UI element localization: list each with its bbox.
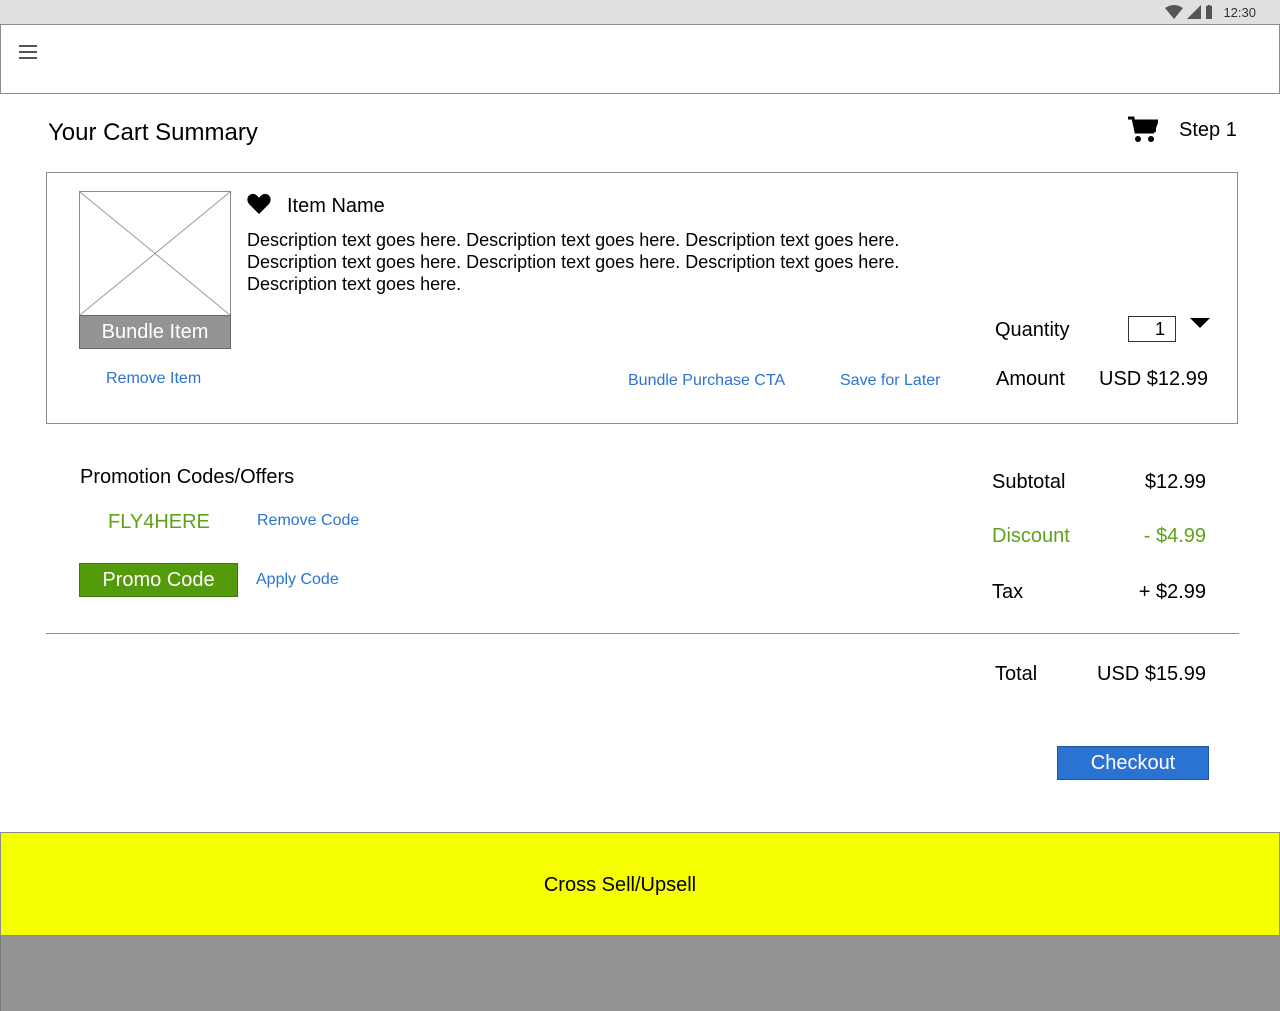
cross-sell-label: Cross Sell/Upsell — [543, 874, 697, 896]
menu-icon[interactable] — [19, 45, 37, 59]
chevron-down-icon[interactable] — [1190, 318, 1210, 328]
promo-section-title: Promotion Codes/Offers — [80, 466, 295, 488]
tax-label: Tax — [992, 581, 1024, 603]
divider — [46, 633, 1239, 634]
remove-item-link[interactable]: Remove Item — [106, 370, 201, 388]
wifi-icon — [1165, 5, 1184, 19]
battery-icon — [1206, 5, 1213, 19]
amount-label: Amount — [996, 368, 1065, 390]
cell-signal-icon — [1187, 5, 1202, 19]
status-icons: 12:30 — [1165, 4, 1256, 20]
bundle-item-badge: Bundle Item — [79, 315, 231, 349]
quantity-label: Quantity — [995, 319, 1070, 341]
quantity-input[interactable]: 1 — [1128, 316, 1176, 342]
total-label: Total — [995, 663, 1038, 685]
apply-code-link[interactable]: Apply Code — [256, 571, 339, 589]
amount-value: USD $12.99 — [1099, 368, 1208, 390]
app-bar — [0, 24, 1280, 94]
remove-code-link[interactable]: Remove Code — [257, 512, 359, 530]
page-title: Your Cart Summary — [48, 119, 258, 146]
status-time: 12:30 — [1223, 4, 1256, 20]
step-label: Step 1 — [1179, 119, 1237, 141]
checkout-button[interactable]: Checkout — [1057, 746, 1209, 780]
subtotal-value: $12.99 — [1144, 471, 1206, 493]
cart-icon[interactable] — [1128, 116, 1158, 144]
status-bar — [0, 0, 1280, 24]
item-description: Description text goes here. Description … — [247, 230, 900, 294]
total-value: USD $15.99 — [1097, 663, 1206, 685]
footer — [0, 936, 1280, 1011]
subtotal-label: Subtotal — [992, 471, 1066, 493]
item-name: Item Name — [287, 195, 385, 217]
bundle-purchase-link[interactable]: Bundle Purchase CTA — [628, 372, 785, 390]
heart-icon[interactable] — [247, 193, 271, 215]
discount-value: - $4.99 — [1143, 525, 1206, 547]
promo-code-button[interactable]: Promo Code — [79, 563, 238, 597]
image-placeholder — [79, 191, 231, 316]
discount-label: Discount — [992, 525, 1070, 547]
save-for-later-link[interactable]: Save for Later — [840, 372, 941, 390]
tax-value: + $2.99 — [1138, 581, 1206, 603]
applied-promo-code: FLY4HERE — [108, 511, 210, 533]
